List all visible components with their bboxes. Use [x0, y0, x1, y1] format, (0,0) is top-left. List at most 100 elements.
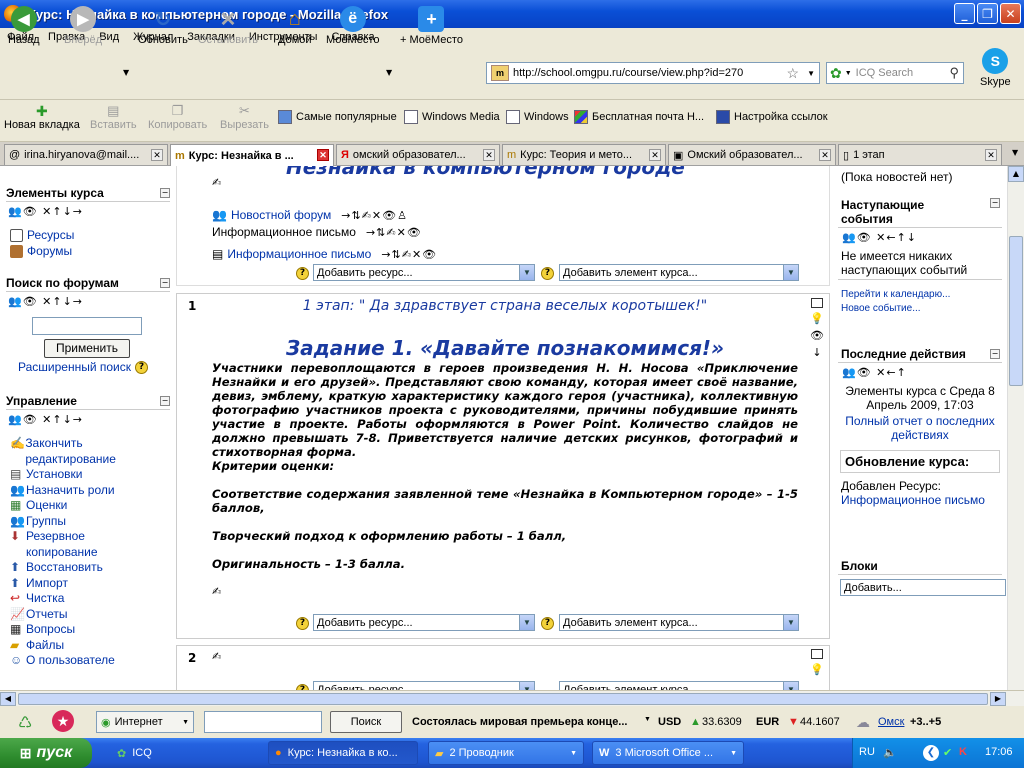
taskbar-icq[interactable]: ✿ ICQ	[110, 741, 258, 765]
tab-stage-1[interactable]: ▯ 1 этап ✕	[838, 144, 1002, 165]
manage-grades[interactable]: ▦ Оценки	[10, 498, 170, 514]
highlight-bulb-icon[interactable]: 💡	[810, 663, 824, 676]
start-button[interactable]: ⊞ пуск	[0, 738, 92, 768]
language-indicator[interactable]: RU	[859, 746, 875, 758]
cut-button[interactable]: ✂ Вырезать	[220, 103, 269, 131]
manage-settings[interactable]: ▤ Установки	[10, 467, 170, 483]
close-button[interactable]: ✕	[1000, 3, 1021, 24]
activity-tools-icon[interactable]: →⇅✍✕👁	[366, 226, 422, 239]
help-icon[interactable]: ?	[541, 267, 554, 280]
added-resource-link[interactable]: Информационное письмо	[838, 493, 1002, 507]
news-forum-link[interactable]: Новостной форум	[231, 208, 331, 222]
copy-button[interactable]: ❐ Копировать	[148, 103, 207, 131]
help-icon[interactable]: ?	[296, 617, 309, 630]
back-button[interactable]: ◀ Назад	[8, 6, 40, 46]
tab-list-icon[interactable]: ▼	[1012, 148, 1018, 157]
bookmark-customize-links[interactable]: Настройка ссылок	[716, 110, 828, 124]
highlight-bulb-icon[interactable]: 💡	[810, 312, 824, 325]
speaker-icon[interactable]: 🔈	[883, 746, 897, 759]
tray-arrow-icon[interactable]: ❮	[923, 745, 939, 761]
bookmark-windows-media[interactable]: Windows Media	[404, 110, 500, 124]
horizontal-scrollbar[interactable]: ◀ ▶	[0, 690, 1024, 706]
block-tools-icon[interactable]: 👥👁 ✕←↑	[842, 366, 998, 379]
bookmark-star-icon[interactable]: ☆	[786, 65, 799, 82]
stop-button[interactable]: ✕ Остановить	[198, 6, 258, 47]
bookmark-windows[interactable]: Windows	[506, 110, 569, 124]
show-only-section-icon[interactable]	[810, 649, 823, 659]
tab-omsk-edu-2[interactable]: ▣ Омский образовател... ✕	[668, 144, 836, 165]
tab-omsk-edu-1[interactable]: Яомский образовател... ✕	[336, 144, 500, 165]
minimize-button[interactable]: _	[954, 3, 975, 24]
collapse-icon[interactable]: −	[160, 396, 170, 406]
search-icon[interactable]: ⚲	[949, 65, 959, 81]
forums-link[interactable]: Форумы	[10, 244, 72, 258]
add-activity-select[interactable]: Добавить элемент курса... ▼	[559, 614, 799, 631]
manage-import[interactable]: ⬆ Импорт	[10, 576, 170, 592]
info-letter-link[interactable]: Информационное письмо	[227, 247, 371, 261]
show-only-section-icon[interactable]	[810, 298, 823, 308]
full-report-link[interactable]: Полный отчет о последних действиях	[838, 414, 1002, 442]
edit-icon[interactable]: ✍	[212, 650, 221, 663]
collapse-icon[interactable]: −	[990, 349, 1000, 359]
eye-icon[interactable]: 👁	[810, 329, 824, 342]
paste-button[interactable]: ▤ Вставить	[90, 103, 137, 131]
city-link[interactable]: Омск	[878, 716, 904, 728]
search-box[interactable]: ✿ ▼ ICQ Search ⚲	[826, 62, 964, 84]
manage-profile[interactable]: ☺ О пользователе	[10, 653, 170, 669]
history-dropdown-icon[interactable]: ▼	[123, 68, 129, 77]
go-to-calendar-link[interactable]: Перейти к календарю...	[841, 289, 950, 300]
scroll-up-icon[interactable]: ▲	[1008, 166, 1024, 182]
taskbar-explorer[interactable]: ▰ 2 Проводник ▼	[428, 741, 584, 765]
close-tab-icon[interactable]: ✕	[151, 149, 163, 161]
close-tab-icon[interactable]: ✕	[819, 149, 831, 161]
edit-icon[interactable]: ✍	[212, 176, 221, 189]
resources-link[interactable]: Ресурсы	[10, 228, 74, 242]
close-tab-icon[interactable]: ✕	[317, 149, 329, 161]
help-icon[interactable]: ?	[135, 360, 148, 374]
manage-backup[interactable]: ⬇ Резервное копирование	[10, 529, 170, 560]
advanced-search-link[interactable]: Расширенный поиск ?	[18, 360, 148, 374]
search-button[interactable]: Поиск	[330, 711, 402, 733]
recycle-icon[interactable]: ♺	[18, 713, 32, 733]
maximize-button[interactable]: ❐	[977, 3, 998, 24]
add-activity-select[interactable]: Добавить элемент курса... ▼	[559, 681, 799, 690]
manage-cleanup[interactable]: ↩ Чистка	[10, 591, 170, 607]
skype-button[interactable]: S Skype	[980, 48, 1011, 88]
activity-tools-icon[interactable]: →⇅✍✕👁	[381, 248, 437, 261]
tab-course-theory[interactable]: m Курс: Теория и мето... ✕	[502, 144, 666, 165]
toolbar-search-input[interactable]	[204, 711, 322, 733]
news-ticker[interactable]: Состоялась мировая премьера конце...	[412, 716, 627, 728]
block-tools-icon[interactable]: 👥👁 ✕←↑↓	[842, 231, 998, 244]
manage-files[interactable]: ▰ Файлы	[10, 638, 170, 654]
taskbar-office[interactable]: W3 Microsoft Office ... ▼	[592, 741, 744, 765]
star-icon[interactable]: ★	[52, 710, 74, 732]
scroll-thumb[interactable]	[18, 693, 988, 705]
vertical-scrollbar[interactable]: ▲	[1007, 166, 1024, 690]
manage-questions[interactable]: ▦ Вопросы	[10, 622, 170, 638]
block-tools-icon[interactable]: 👥👁 ✕↑↓→	[8, 295, 168, 308]
add-activity-select[interactable]: Добавить элемент курса... ▼	[559, 264, 799, 281]
manage-reports[interactable]: 📈 Отчеты	[10, 607, 170, 623]
close-tab-icon[interactable]: ✕	[483, 149, 495, 161]
collapse-icon[interactable]: −	[160, 188, 170, 198]
apply-button[interactable]: Применить	[44, 339, 130, 358]
myplace-button[interactable]: ё МоёМесто	[326, 6, 379, 46]
new-tab-button[interactable]: ✚ Новая вкладка	[4, 103, 80, 131]
scroll-thumb[interactable]	[1009, 236, 1023, 386]
add-resource-select[interactable]: Добавить ресурс... ▼	[313, 614, 535, 631]
tray-icon[interactable]: ✔	[943, 746, 952, 759]
bookmark-hotmail[interactable]: Бесплатная почта H...	[574, 110, 704, 124]
scroll-right-icon[interactable]: ▶	[990, 692, 1006, 706]
add-myplace-button[interactable]: + + МоёМесто	[400, 6, 463, 46]
scroll-left-icon[interactable]: ◀	[0, 692, 16, 706]
add-block-select[interactable]: Добавить...	[840, 579, 1006, 596]
close-tab-icon[interactable]: ✕	[985, 149, 997, 161]
tab-mail[interactable]: @ irina.hiryanova@mail.... ✕	[4, 144, 168, 165]
close-tab-icon[interactable]: ✕	[649, 149, 661, 161]
manage-assign-roles[interactable]: 👥 Назначить роли	[10, 483, 170, 499]
move-down-icon[interactable]: ↓	[812, 346, 821, 359]
manage-groups[interactable]: 👥 Группы	[10, 514, 170, 530]
activity-tools-icon[interactable]: →⇅✍✕👁♙	[341, 209, 408, 222]
taskbar-firefox[interactable]: ● Курс: Незнайка в ко...	[268, 741, 418, 765]
forum-search-input[interactable]	[32, 317, 142, 335]
